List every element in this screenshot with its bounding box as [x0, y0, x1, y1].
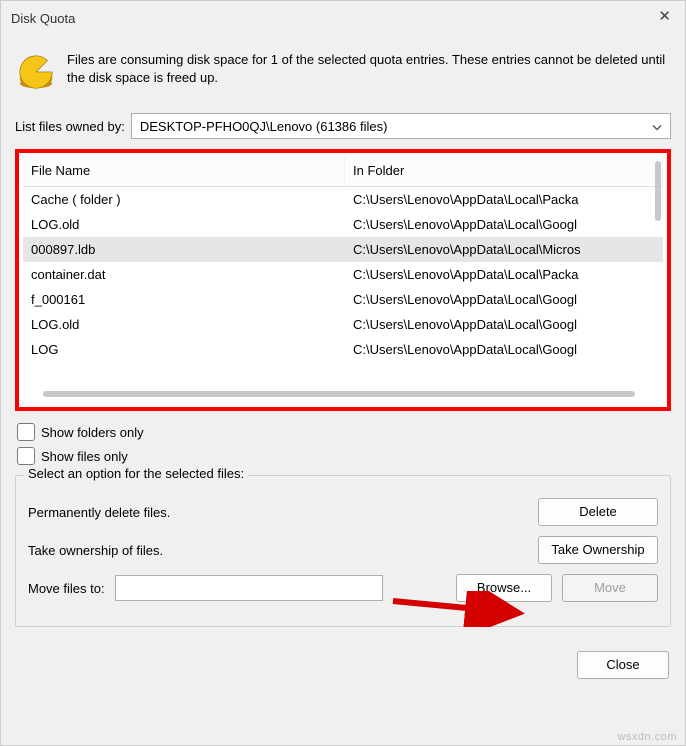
perm-delete-label: Permanently delete files. [28, 505, 170, 520]
disk-quota-dialog: Disk Quota ✕ Files are consuming disk sp… [0, 0, 686, 746]
show-files-only-label: Show files only [41, 449, 128, 464]
show-folders-only-checkbox[interactable] [17, 423, 35, 441]
table-row[interactable]: container.datC:\Users\Lenovo\AppData\Loc… [23, 262, 663, 287]
options-group: Select an option for the selected files:… [15, 475, 671, 627]
col-in-folder[interactable]: In Folder [345, 157, 663, 186]
owned-by-label: List files owned by: [15, 119, 125, 134]
cell-file-name: f_000161 [23, 287, 345, 312]
window-title: Disk Quota [11, 11, 75, 26]
owned-by-value: DESKTOP-PFHO0QJ\Lenovo (61386 files) [140, 119, 388, 134]
table-row[interactable]: LOGC:\Users\Lenovo\AppData\Local\Googl [23, 337, 663, 362]
take-ownership-button[interactable]: Take Ownership [538, 536, 658, 564]
move-to-input[interactable] [115, 575, 383, 601]
file-listview[interactable]: File Name In Folder Cache ( folder )C:\U… [23, 157, 663, 403]
options-group-title: Select an option for the selected files: [24, 466, 248, 481]
table-row[interactable]: f_000161C:\Users\Lenovo\AppData\Local\Go… [23, 287, 663, 312]
cell-in-folder: C:\Users\Lenovo\AppData\Local\Googl [345, 312, 663, 337]
table-row[interactable]: Cache ( folder )C:\Users\Lenovo\AppData\… [23, 187, 663, 212]
cell-file-name: LOG [23, 337, 345, 362]
table-row[interactable]: LOG.oldC:\Users\Lenovo\AppData\Local\Goo… [23, 312, 663, 337]
cell-in-folder: C:\Users\Lenovo\AppData\Local\Googl [345, 337, 663, 362]
listview-header[interactable]: File Name In Folder [23, 157, 663, 187]
cell-file-name: container.dat [23, 262, 345, 287]
move-to-label: Move files to: [28, 581, 105, 596]
take-ownership-label: Take ownership of files. [28, 543, 163, 558]
close-icon[interactable]: ✕ [658, 7, 671, 25]
info-panel: Files are consuming disk space for 1 of … [15, 47, 671, 95]
delete-button[interactable]: Delete [538, 498, 658, 526]
col-file-name[interactable]: File Name [23, 157, 345, 186]
cell-in-folder: C:\Users\Lenovo\AppData\Local\Googl [345, 287, 663, 312]
vertical-scrollbar[interactable] [655, 161, 661, 221]
browse-button[interactable]: Browse... [456, 574, 552, 602]
cell-file-name: 000897.ldb [23, 237, 345, 262]
horizontal-scrollbar[interactable] [43, 391, 635, 397]
close-button[interactable]: Close [577, 651, 669, 679]
watermark: wsxdn.com [617, 731, 677, 743]
file-list-highlight: File Name In Folder Cache ( folder )C:\U… [15, 149, 671, 411]
chevron-down-icon [652, 119, 662, 134]
info-text: Files are consuming disk space for 1 of … [67, 51, 669, 86]
owned-by-combo[interactable]: DESKTOP-PFHO0QJ\Lenovo (61386 files) [131, 113, 671, 139]
cell-file-name: LOG.old [23, 312, 345, 337]
disk-pie-icon [17, 53, 55, 91]
move-button: Move [562, 574, 658, 602]
cell-in-folder: C:\Users\Lenovo\AppData\Local\Micros [345, 237, 663, 262]
titlebar: Disk Quota ✕ [1, 1, 685, 35]
cell-in-folder: C:\Users\Lenovo\AppData\Local\Googl [345, 212, 663, 237]
show-files-only-checkbox[interactable] [17, 447, 35, 465]
cell-in-folder: C:\Users\Lenovo\AppData\Local\Packa [345, 187, 663, 212]
table-row[interactable]: LOG.oldC:\Users\Lenovo\AppData\Local\Goo… [23, 212, 663, 237]
cell-in-folder: C:\Users\Lenovo\AppData\Local\Packa [345, 262, 663, 287]
table-row[interactable]: 000897.ldbC:\Users\Lenovo\AppData\Local\… [23, 237, 663, 262]
show-folders-only-label: Show folders only [41, 425, 144, 440]
cell-file-name: LOG.old [23, 212, 345, 237]
cell-file-name: Cache ( folder ) [23, 187, 345, 212]
